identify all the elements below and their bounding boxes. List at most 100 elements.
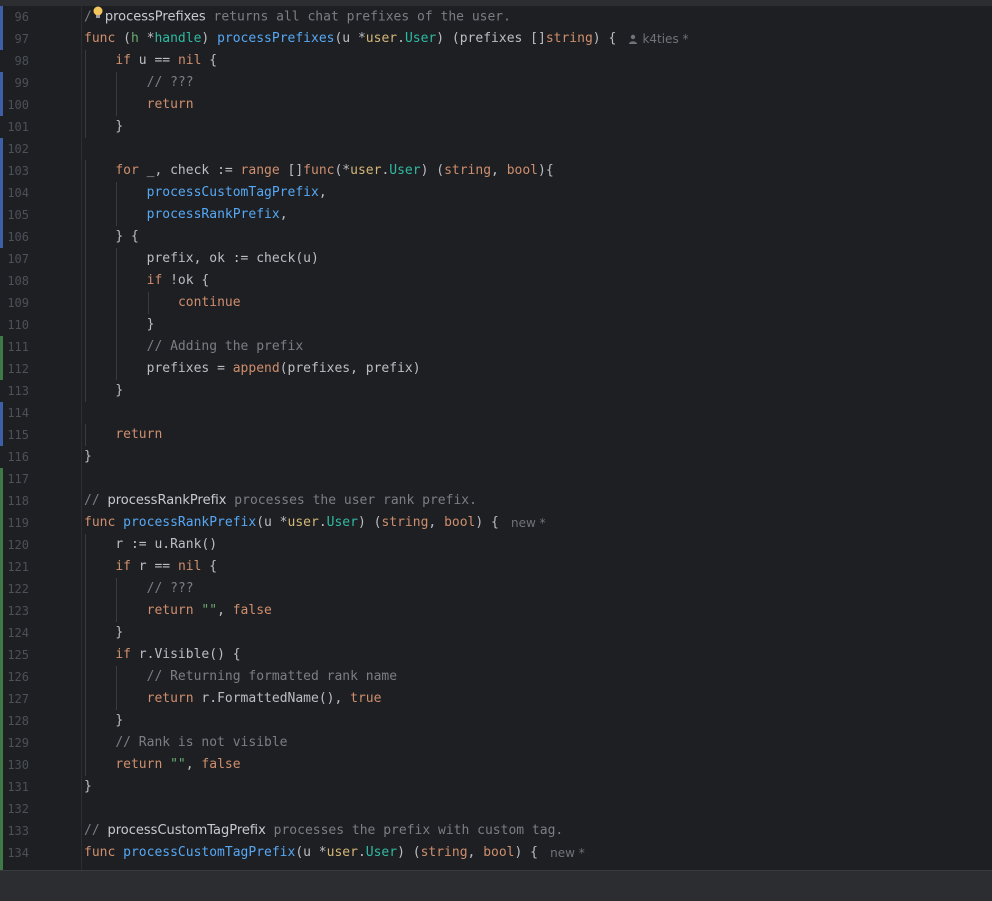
code-line[interactable]: 99 // ??? (0, 72, 992, 94)
code-text[interactable]: // Returning formatted rank name (147, 666, 397, 688)
code-text[interactable]: } (115, 622, 123, 644)
code-line[interactable]: 108 if !ok { (0, 270, 992, 292)
code-text[interactable]: func (h *handle) processPrefixes(u *user… (84, 28, 616, 50)
code-line[interactable]: 114 (0, 402, 992, 424)
code-text[interactable]: func processRankPrefix(u *user.User) (st… (84, 512, 499, 534)
code-line[interactable]: 122 // ??? (0, 578, 992, 600)
code-line[interactable]: 127 return r.FormattedName(), true (0, 688, 992, 710)
code-text[interactable]: // Adding the prefix (147, 336, 304, 358)
code-line[interactable]: 115 return (0, 424, 992, 446)
line-number: 123 (7, 604, 29, 618)
indent-guide (147, 292, 149, 314)
code-text[interactable]: return (147, 94, 194, 116)
code-line[interactable]: 134 func processCustomTagPrefix(u *user.U… (0, 842, 992, 864)
code-line[interactable]: 117 (0, 468, 992, 490)
code-text[interactable]: // processRankPrefix processes the user … (84, 490, 477, 512)
code-line[interactable]: 123 return "", false (0, 600, 992, 622)
code-line[interactable]: 121 if r == nil { (0, 556, 992, 578)
code-text[interactable]: prefix, ok := check(u) (147, 248, 319, 270)
lightbulb-icon[interactable] (92, 6, 104, 28)
code-text[interactable]: return "", false (115, 754, 240, 776)
line-number: 104 (7, 186, 29, 200)
code-text[interactable]: / processPrefixes returns all chat prefix… (84, 6, 511, 29)
token-fn: processCustomTagPrefix (123, 845, 296, 860)
code-text[interactable]: if r.Visible() { (115, 644, 240, 666)
code-line[interactable]: 110} (0, 314, 992, 336)
line-number: 103 (7, 164, 29, 178)
token-kw: if (146, 273, 163, 288)
code-text[interactable]: // ??? (147, 72, 194, 94)
code-line[interactable]: 105 processRankPrefix, (0, 204, 992, 226)
code-text[interactable]: continue (178, 292, 241, 314)
code-text[interactable]: if !ok { (147, 270, 210, 292)
code-text[interactable]: return (115, 424, 162, 446)
code-text[interactable]: } (115, 710, 123, 732)
code-line[interactable]: 126 // Returning formatted rank name (0, 666, 992, 688)
token-plain: ( (115, 31, 131, 46)
token-comment: // Rank is not visible (115, 735, 288, 750)
code-line[interactable]: 128} (0, 710, 992, 732)
token-plain: r := u. (115, 537, 171, 552)
code-text[interactable]: processRankPrefix, (147, 204, 288, 226)
indent-guide (85, 578, 86, 600)
indent-guide (85, 116, 86, 138)
token-plain: ) { (592, 31, 617, 46)
code-text[interactable]: return r.FormattedName(), true (147, 688, 382, 710)
code-line[interactable]: 103 for _, check := range []func(*user.Us… (0, 160, 992, 182)
token-comment: / (84, 9, 92, 25)
code-text[interactable]: r := u.Rank() (115, 534, 217, 556)
line-number: 133 (7, 824, 29, 838)
new-code-hint[interactable]: new * (550, 842, 585, 864)
code-line[interactable]: 111 // Adding the prefix (0, 336, 992, 358)
code-line[interactable]: 97 func (h *handle) processPrefixes(u *us… (0, 28, 992, 50)
code-line[interactable]: 118 // processRankPrefix processes the us… (0, 490, 992, 512)
code-editor[interactable]: 96 / processPrefixes returns all chat pref… (0, 6, 992, 870)
code-text[interactable]: } (115, 116, 123, 138)
code-line[interactable]: 104 processCustomTagPrefix, (0, 182, 992, 204)
code-text[interactable]: // Rank is not visible (115, 732, 287, 754)
new-code-hint[interactable]: new * (511, 512, 546, 534)
token-plain: ){ (538, 163, 554, 178)
code-line[interactable]: 96 / processPrefixes returns all chat pref… (0, 6, 992, 28)
code-line[interactable]: 132 (0, 798, 992, 820)
line-number: 116 (7, 450, 29, 464)
author-hint[interactable]: k4ties * (628, 28, 689, 51)
code-line[interactable]: 106} { (0, 226, 992, 248)
code-line[interactable]: 112 prefixes = append(prefixes, prefix) (0, 358, 992, 380)
code-text[interactable]: } (115, 380, 123, 402)
code-text[interactable]: } (84, 446, 92, 468)
code-line[interactable]: 131} (0, 776, 992, 798)
code-line[interactable]: 133 // processCustomTagPrefix processes t… (0, 820, 992, 842)
code-text[interactable]: if r == nil { (115, 556, 217, 578)
code-line[interactable]: 100 return (0, 94, 992, 116)
code-text[interactable]: } (147, 314, 155, 336)
code-text[interactable]: // processCustomTagPrefix processes the … (84, 820, 563, 842)
code-line[interactable]: 113} (0, 380, 992, 402)
token-kw: bool (506, 163, 539, 178)
token-plain: } (84, 449, 92, 464)
code-line[interactable]: 101} (0, 116, 992, 138)
code-line[interactable]: 125 if r.Visible() { (0, 644, 992, 666)
code-text[interactable]: } { (115, 226, 138, 248)
code-text[interactable]: for _, check := range []func(*user.User)… (115, 160, 553, 182)
code-line[interactable]: 124} (0, 622, 992, 644)
code-text[interactable]: return "", false (147, 600, 272, 622)
code-line[interactable]: 129 // Rank is not visible (0, 732, 992, 754)
code-text[interactable]: } (84, 776, 92, 798)
code-text[interactable]: // ??? (147, 578, 194, 600)
code-text[interactable]: if u == nil { (115, 50, 217, 72)
indent-guide (116, 600, 118, 622)
code-line[interactable]: 98 if u == nil { (0, 50, 992, 72)
token-method: Visible (154, 647, 210, 662)
code-text[interactable]: func processCustomTagPrefix(u *user.User… (84, 842, 538, 864)
code-line[interactable]: 130 return "", false (0, 754, 992, 776)
code-text[interactable]: prefixes = append(prefixes, prefix) (147, 358, 421, 380)
code-line[interactable]: 116} (0, 446, 992, 468)
code-line[interactable]: 109 continue (0, 292, 992, 314)
code-line[interactable]: 107 prefix, ok := check(u) (0, 248, 992, 270)
code-line[interactable]: 120 r := u.Rank() (0, 534, 992, 556)
code-line[interactable]: 119 func processRankPrefix(u *user.User) … (0, 512, 992, 534)
code-line[interactable]: 102 (0, 138, 992, 160)
code-text[interactable]: processCustomTagPrefix, (147, 182, 327, 204)
